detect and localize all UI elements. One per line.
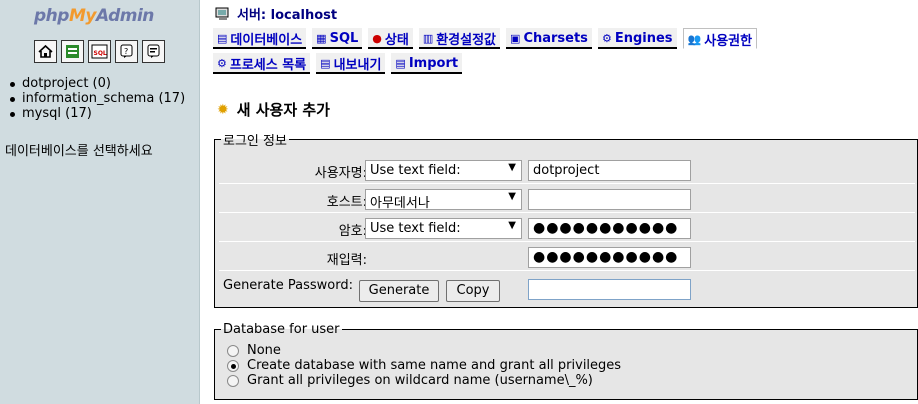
host-input[interactable]	[528, 189, 691, 210]
add-user-icon: ✹	[217, 101, 229, 118]
database-item[interactable]: information_schema (17)	[8, 91, 185, 106]
main-frame: 서버: localhost ▤ 데이터베이스 ▦ SQL ● 상태 ▥ 환경설정값 ▣ C…	[201, 0, 918, 404]
tab-engines[interactable]: ⚙ Engines	[597, 28, 677, 49]
radio-wildcard[interactable]	[227, 374, 239, 387]
server-breadcrumb: 서버: localhost	[215, 4, 337, 23]
password-label: 암호:	[338, 224, 367, 239]
tab-bar-secondary: ⚙ 프로세스 목록 ▤ 내보내기 ▤ Import	[213, 53, 463, 74]
host-row: 호스트: 아무데서나 ▼	[219, 185, 915, 213]
db-option-wildcard[interactable]: Grant all privileges on wildcard name (u…	[227, 373, 593, 388]
database-icon: ▤	[217, 32, 228, 45]
host-mode-select[interactable]: 아무데서나 ▼	[365, 189, 522, 211]
username-row: 사용자명: Use text field: ▼ dotproject	[219, 156, 915, 184]
tab-charsets[interactable]: ▣ Charsets	[506, 28, 592, 49]
engines-icon: ⚙	[601, 32, 612, 45]
sql-icon[interactable]: SQL	[88, 40, 111, 63]
chevron-down-icon: ▼	[508, 162, 516, 173]
reenter-row: 재입력: ●●●●●●●●●●●	[219, 243, 915, 271]
home-icon[interactable]	[34, 40, 57, 63]
status-icon: ●	[372, 32, 382, 45]
charsets-icon: ▣	[510, 32, 521, 45]
nav-icons: SQL ?	[34, 40, 165, 63]
query-window-icon[interactable]	[61, 40, 84, 63]
database-list: dotproject (0) information_schema (17) m…	[8, 76, 185, 121]
import-icon: ▤	[395, 57, 406, 70]
select-database-hint: 데이터베이스를 선택하세요	[5, 144, 153, 159]
database-item[interactable]: mysql (17)	[8, 106, 185, 121]
tab-sql[interactable]: ▦ SQL	[312, 28, 363, 49]
username-mode-select[interactable]: Use text field: ▼	[365, 160, 522, 181]
reenter-password-input[interactable]: ●●●●●●●●●●●	[528, 247, 691, 268]
database-item[interactable]: dotproject (0)	[8, 76, 185, 91]
password-mode-select[interactable]: Use text field: ▼	[365, 218, 522, 239]
radio-create-same-name[interactable]	[227, 359, 239, 372]
database-for-user-legend: Database for user	[223, 322, 340, 337]
username-label: 사용자명:	[314, 166, 367, 181]
processes-icon: ⚙	[217, 57, 227, 70]
navigation-frame: phpMyAdmin SQL ? dotproject (0) informat…	[0, 0, 200, 404]
tab-processes[interactable]: ⚙ 프로세스 목록	[213, 53, 311, 74]
login-information-fieldset: 로그인 정보 사용자명: Use text field: ▼ dotproject…	[214, 130, 918, 308]
server-link[interactable]: 서버: localhost	[237, 4, 337, 23]
privileges-icon: 👥	[687, 33, 702, 46]
username-input[interactable]: dotproject	[528, 160, 691, 181]
svg-text:?: ?	[124, 47, 128, 56]
generated-password-input[interactable]	[528, 279, 691, 300]
docs-icon[interactable]: ?	[115, 40, 138, 63]
generate-password-row: Generate Password: Generate Copy	[219, 272, 915, 302]
copy-button[interactable]: Copy	[446, 280, 500, 302]
export-icon: ▤	[320, 57, 331, 70]
tab-variables[interactable]: ▥ 환경설정값	[418, 28, 501, 49]
db-option-none[interactable]: None	[227, 343, 281, 358]
generate-button[interactable]: Generate	[359, 280, 439, 302]
database-for-user-fieldset: Database for user None Create database w…	[214, 322, 918, 400]
tab-export[interactable]: ▤ 내보내기	[316, 53, 386, 74]
host-label: 호스트:	[326, 195, 367, 210]
help-icon[interactable]	[142, 40, 165, 63]
chevron-down-icon: ▼	[508, 191, 516, 202]
svg-text:SQL: SQL	[94, 50, 107, 57]
password-input[interactable]: ●●●●●●●●●●●	[528, 218, 691, 239]
tab-import[interactable]: ▤ Import	[391, 53, 463, 74]
tab-status[interactable]: ● 상태	[368, 28, 413, 49]
tab-databases[interactable]: ▤ 데이터베이스	[213, 28, 307, 49]
sql-icon: ▦	[316, 32, 327, 45]
password-row: 암호: Use text field: ▼ ●●●●●●●●●●●	[219, 214, 915, 242]
reenter-label: 재입력:	[326, 253, 367, 268]
variables-icon: ▥	[422, 32, 434, 45]
db-option-create-same-name[interactable]: Create database with same name and grant…	[227, 358, 621, 373]
phpmyadmin-logo[interactable]: phpMyAdmin	[34, 6, 154, 26]
login-information-legend: 로그인 정보	[223, 134, 287, 149]
chevron-down-icon: ▼	[508, 220, 516, 231]
tab-bar-primary: ▤ 데이터베이스 ▦ SQL ● 상태 ▥ 환경설정값 ▣ Charsets ⚙ Engin…	[213, 28, 758, 49]
generate-password-label: Generate Password:	[223, 278, 353, 293]
radio-none[interactable]	[227, 344, 239, 357]
tab-privileges[interactable]: 👥 사용권한	[682, 28, 758, 49]
server-icon	[215, 7, 229, 20]
page-title: ✹ 새 사용자 추가	[217, 101, 330, 119]
